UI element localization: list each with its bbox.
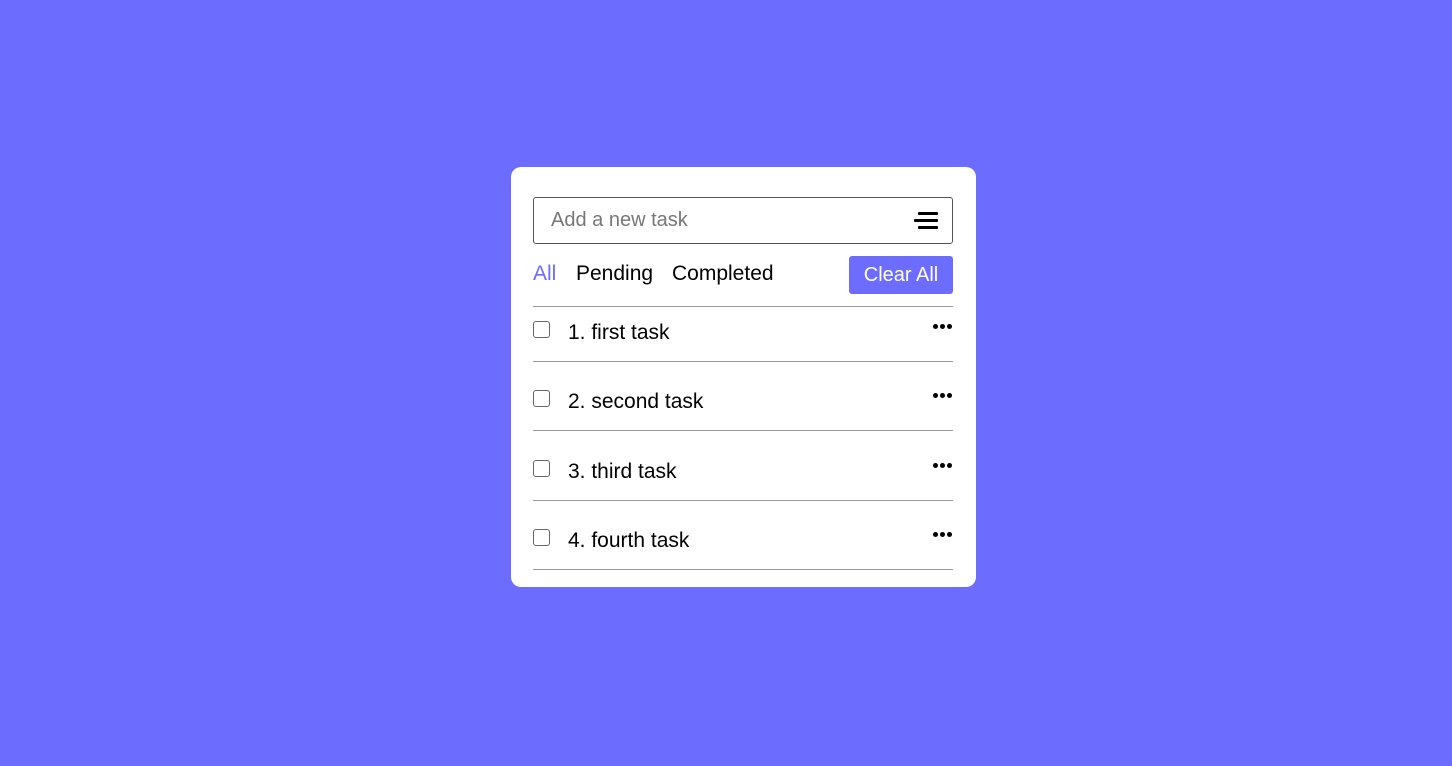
task-label: 1. first task: [568, 321, 670, 344]
menu-icon[interactable]: [914, 212, 938, 230]
filter-pending[interactable]: Pending: [576, 262, 653, 286]
task-checkbox[interactable]: [533, 460, 550, 477]
divider: [533, 430, 953, 431]
more-options-icon[interactable]: [933, 324, 953, 330]
divider: [533, 569, 953, 570]
task-item: 4. fourth task: [533, 529, 953, 569]
task-input-wrapper: [533, 197, 953, 244]
clear-all-button[interactable]: Clear All: [849, 256, 953, 294]
task-label: 2. second task: [568, 390, 704, 413]
task-input[interactable]: [534, 198, 904, 243]
divider: [533, 306, 953, 307]
divider: [533, 361, 953, 362]
task-checkbox[interactable]: [533, 390, 550, 407]
more-options-icon[interactable]: [933, 532, 953, 538]
task-item: 1. first task: [533, 321, 953, 361]
task-label: 4. fourth task: [568, 529, 690, 552]
divider: [533, 500, 953, 501]
task-item: 3. third task: [533, 460, 953, 500]
task-label: 3. third task: [568, 460, 677, 483]
filter-completed[interactable]: Completed: [672, 262, 774, 286]
task-item: 2. second task: [533, 390, 953, 430]
more-options-icon[interactable]: [933, 393, 953, 399]
task-checkbox[interactable]: [533, 529, 550, 546]
task-checkbox[interactable]: [533, 321, 550, 338]
filter-all[interactable]: All: [533, 262, 556, 286]
more-options-icon[interactable]: [933, 463, 953, 469]
todo-card: All Pending Completed Clear All 1. first…: [511, 167, 976, 587]
